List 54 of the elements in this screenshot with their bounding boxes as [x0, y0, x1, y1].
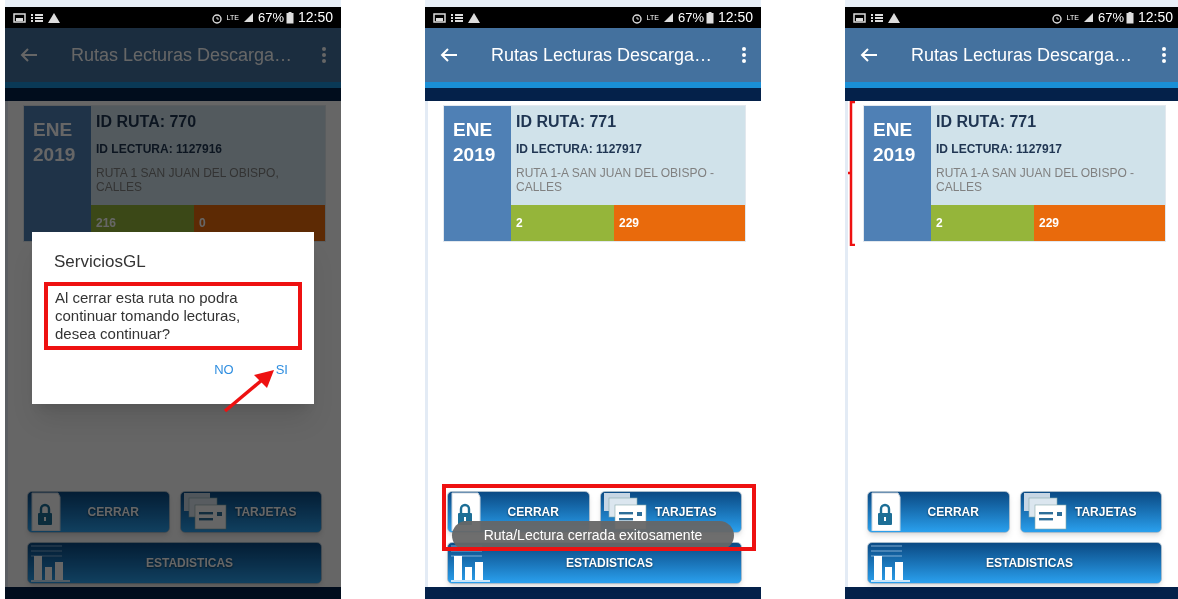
clock-time: 12:50 [1137, 8, 1173, 27]
alarm-clock-icon [210, 11, 223, 24]
alarm-clock-icon [1050, 11, 1063, 24]
reading-id: ID LECTURA: 1127917 [516, 141, 644, 157]
status-icons [13, 11, 63, 24]
battery-icon [285, 11, 294, 24]
dialog-action-button[interactable]: NO [214, 360, 234, 380]
battery-percent: 67% [257, 8, 284, 27]
bar-chart-icon [450, 542, 492, 582]
signal-icon [1082, 12, 1094, 23]
battery-icon [1125, 11, 1134, 24]
signal-icon [242, 12, 254, 23]
year-label: 2019 [33, 143, 77, 167]
reading-id: ID LECTURA: 1127916 [96, 141, 224, 157]
screen-title: Rutas Lecturas Descarga… [71, 43, 293, 67]
count-value: 229 [1038, 215, 1060, 231]
count-value: 0 [198, 215, 207, 231]
dialog-action-button[interactable]: SI [275, 360, 288, 380]
route-id: ID RUTA: 771 [936, 112, 1038, 132]
clock-time: 12:50 [297, 8, 333, 27]
year-label: 2019 [873, 143, 917, 167]
route-description: RUTA 1-A SAN JUAN DEL OBISPO - CALLES [936, 166, 1136, 194]
reading-id: ID LECTURA: 1127917 [936, 141, 1064, 157]
action-button[interactable]: TARJETAS [1019, 491, 1162, 533]
status-icons [433, 11, 483, 24]
bar-chart-icon [870, 542, 912, 582]
battery-icon [705, 11, 714, 24]
status-icons [853, 11, 903, 24]
stacked-cards-icon [1022, 491, 1067, 531]
month-label: ENE [453, 118, 494, 142]
count-value: 2 [936, 215, 944, 231]
route-id: ID RUTA: 771 [516, 112, 618, 132]
dialog-message: Al cerrar esta ruta no podra continuar tomando lecturas, desea continuar? [44, 282, 302, 350]
route-card[interactable]: ENE 2019 ID RUTA: 771 ID LECTURA: 1127917 RUTA 1-A SAN JUAN DEL OBISPO - CALLES 2 229 [443, 105, 746, 242]
screen-title: Rutas Lecturas Descarga… [491, 43, 713, 67]
count-value: 216 [96, 215, 118, 231]
dialog-title: ServiciosGL [53, 251, 147, 273]
clock-time: 12:50 [717, 8, 753, 27]
battery-percent: 67% [1097, 8, 1124, 27]
battery-percent: 67% [677, 8, 704, 27]
year-label: 2019 [453, 143, 497, 167]
alarm-clock-icon [630, 11, 643, 24]
bar-chart-icon [30, 542, 72, 582]
action-button[interactable]: CERRAR [867, 491, 1010, 533]
route-id: ID RUTA: 770 [96, 112, 198, 132]
route-description: RUTA 1-A SAN JUAN DEL OBISPO - CALLES [516, 166, 716, 194]
count-value: 229 [618, 215, 640, 231]
signal-icon [662, 12, 674, 23]
month-label: ENE [873, 118, 914, 142]
screen-title: Rutas Lecturas Descarga… [911, 43, 1133, 67]
stacked-cards-icon [182, 491, 227, 531]
count-value: 2 [516, 215, 524, 231]
month-label: ENE [33, 118, 74, 142]
action-button[interactable]: ESTADISTICAS [867, 542, 1162, 584]
